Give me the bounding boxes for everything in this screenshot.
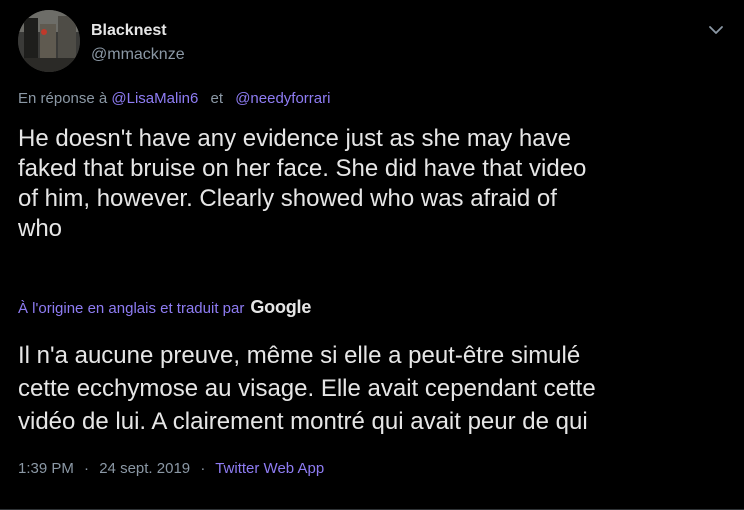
- profile-photo-image: [18, 10, 80, 72]
- reply-separator: et: [210, 90, 224, 107]
- google-logo: Google: [250, 297, 312, 317]
- tweet-text: He doesn't have any evidence just as she…: [18, 125, 587, 242]
- reply-mention-1[interactable]: @LisaMalin6: [111, 90, 198, 107]
- tweet-time[interactable]: 1:39 PM: [18, 460, 74, 477]
- translation-attribution: À l'origine en anglais et traduit par Go…: [18, 297, 311, 318]
- tweet-date[interactable]: 24 sept. 2019: [99, 460, 190, 477]
- tweet-meta: 1:39 PM · 24 sept. 2019 · Twitter Web Ap…: [18, 460, 324, 477]
- avatar[interactable]: [18, 10, 80, 72]
- meta-separator-2: ·: [200, 460, 206, 477]
- meta-separator: ·: [84, 460, 90, 477]
- author-name[interactable]: Blacknest: [91, 22, 167, 40]
- reply-prefix: En réponse à: [18, 90, 108, 107]
- reply-mention-2[interactable]: @needyforrari: [235, 90, 330, 107]
- tweet-detail: Blacknest @mmacknze En réponse à @LisaMa…: [0, 0, 744, 510]
- reply-context: En réponse à @LisaMalin6 et @needyforrar…: [18, 90, 330, 107]
- translated-text: Il n'a aucune preuve, même si elle a peu…: [18, 342, 596, 435]
- source-app-link[interactable]: Twitter Web App: [215, 460, 324, 477]
- chevron-down-icon[interactable]: [706, 20, 726, 40]
- translation-label[interactable]: À l'origine en anglais et traduit par: [18, 300, 244, 317]
- author-handle[interactable]: @mmacknze: [91, 46, 185, 64]
